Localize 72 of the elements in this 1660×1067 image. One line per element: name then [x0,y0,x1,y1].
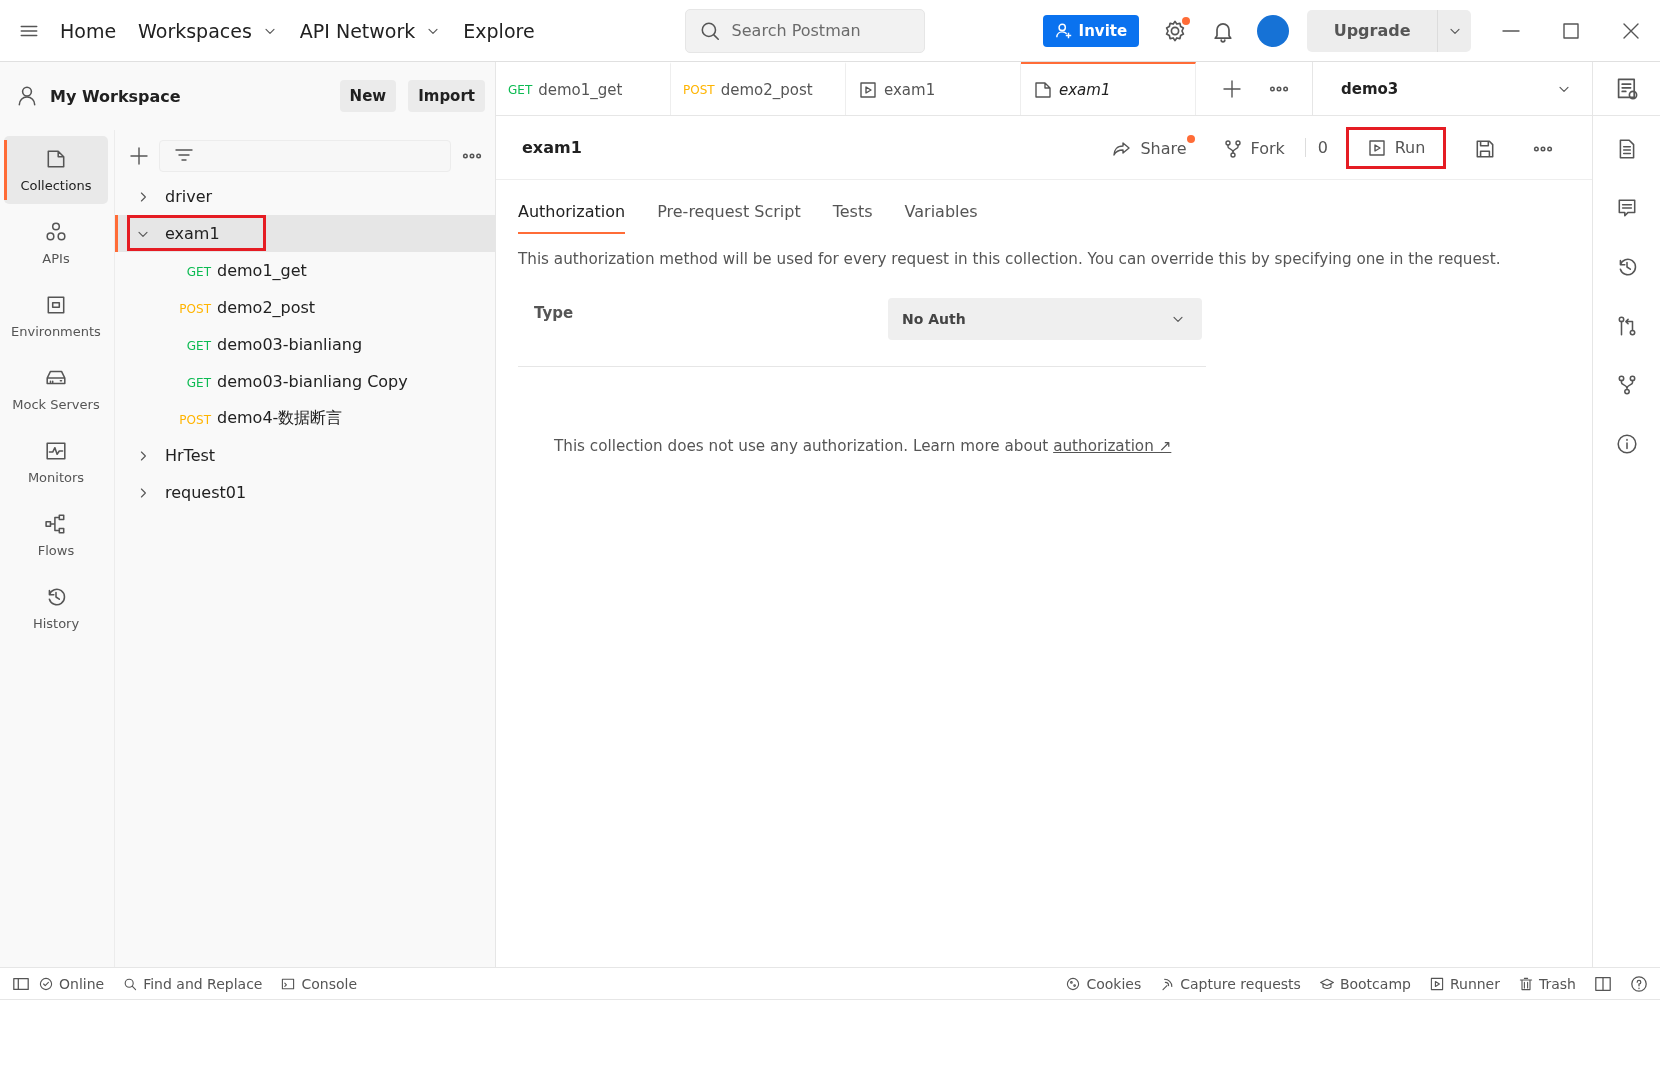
auth-type-dropdown[interactable]: No Auth [888,298,1202,340]
play-icon [858,79,878,100]
run-button[interactable]: Run [1346,126,1446,169]
filter-field[interactable] [159,140,451,172]
tab[interactable]: exam1 [1021,62,1196,115]
status-item[interactable]: Runner [1428,975,1500,992]
trash-icon [1518,975,1534,992]
tree-item[interactable]: exam1 [115,215,495,252]
help-icon[interactable] [1630,974,1648,993]
avatar[interactable] [1257,14,1290,47]
request-item[interactable]: POST demo2_post [159,298,316,317]
workspace-button[interactable]: Import [408,80,485,112]
status-item[interactable]: Capture requests [1159,975,1301,992]
status-item[interactable]: Bootcamp [1318,975,1411,992]
sidebar-item[interactable]: Mock Servers [4,355,108,423]
tab[interactable]: POST demo2_post [671,62,846,115]
nav-link[interactable]: Workspaces [138,19,278,42]
play-icon [1428,975,1445,992]
request-item[interactable]: GET demo03-bianliang Copy [159,372,408,391]
nav-link[interactable]: Explore [463,19,535,42]
sidebar-item[interactable]: Flows [4,501,108,569]
layout-icon[interactable] [1594,974,1612,993]
plus-icon[interactable] [129,146,149,166]
status-item[interactable]: Trash [1518,975,1576,992]
status-item[interactable]: Online [38,975,105,992]
sidebar-item[interactable]: APIs [4,209,108,277]
collections-icon [1033,79,1053,100]
invite-button[interactable]: Invite [1042,14,1140,47]
search-field[interactable]: Search Postman [684,8,925,53]
flows-icon [45,512,67,535]
apis-icon [45,220,67,243]
share-button[interactable]: Share [1112,134,1195,161]
workspace-button[interactable]: New [339,80,397,112]
request-item[interactable]: POST demo4-数据断言 [159,408,343,429]
request-item[interactable]: GET demo03-bianliang [159,335,363,354]
tree-item[interactable]: request01 [115,474,495,511]
user-icon [16,85,38,107]
status-item[interactable]: Find and Replace [122,975,263,992]
sidebar-item[interactable]: Monitors [4,428,108,496]
info-text: This collection does not use any authorization. Learn more about authorization ↗ [554,437,1173,455]
description-text: This authorization method will be used for every request in this collection. You can override this by specifying one in the request. [518,250,1502,268]
status-item[interactable]: Console [280,975,358,992]
request-item[interactable]: GET demo1_get [159,261,307,280]
authorization-link[interactable]: authorization ↗ [1053,437,1172,455]
type-label: Type [534,304,575,322]
tree-item[interactable]: HrTest [115,437,495,474]
tab[interactable]: GET demo1_get [496,62,671,115]
info-icon[interactable] [1615,433,1638,455]
tab[interactable]: Tests [832,190,873,234]
sidebar-item[interactable]: History [4,574,108,642]
nav-link[interactable]: API Network [299,19,442,42]
collection-title: exam1 [522,138,583,157]
fork-button[interactable]: Fork [1222,134,1293,161]
cookie-icon [1065,975,1082,992]
check-circle-icon [38,975,54,992]
sidebar-item[interactable]: Collections [4,136,108,204]
play-icon [1366,137,1387,158]
tree-item[interactable]: driver [115,178,495,215]
sidebar-item[interactable]: Environments [4,282,108,350]
workspace-name: My Workspace [50,86,182,106]
nav-link[interactable]: Home [60,19,117,42]
status-item[interactable]: Cookies [1065,975,1142,992]
add-user-icon [1054,21,1073,40]
tab[interactable]: Pre-request Script [657,190,801,234]
tab[interactable]: Authorization [518,190,626,234]
tab[interactable]: Variables [904,190,978,234]
fork-icon [1222,138,1243,159]
settings-icon[interactable] [1163,18,1188,43]
plus-icon[interactable] [1222,78,1242,99]
environment-selector[interactable]: demo3 [1312,62,1592,115]
fork-count: 0 [1304,138,1328,157]
maximize-icon[interactable] [1561,20,1582,41]
